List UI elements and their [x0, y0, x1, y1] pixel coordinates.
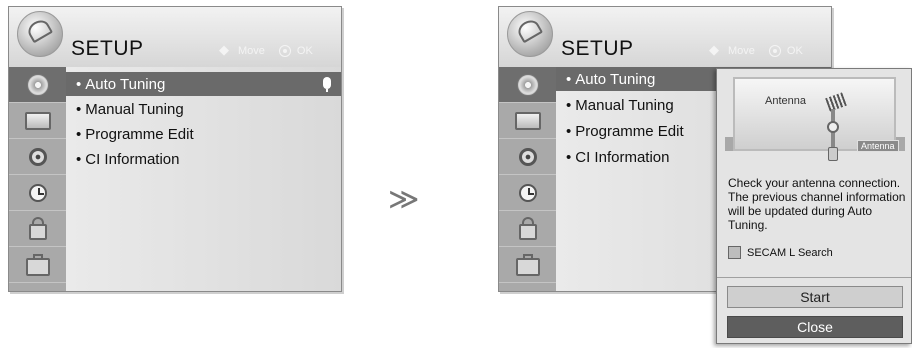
- briefcase-icon: [515, 253, 540, 276]
- antenna-label: Antenna: [765, 95, 806, 107]
- transition-arrow: ≫: [388, 183, 420, 216]
- setup-menu-left: SETUP Move OK • Auto Tuning • Manual Tun…: [8, 6, 342, 292]
- menu-item-label: CI Information: [85, 150, 180, 168]
- sidebar-item-audio[interactable]: [9, 139, 66, 175]
- sidebar-item-audio[interactable]: [499, 139, 556, 175]
- briefcase-icon: [25, 253, 50, 276]
- title-bar: SETUP Move OK: [9, 7, 341, 67]
- category-sidebar: [9, 67, 66, 291]
- auto-tuning-dialog: Antenna Antenna Check your antenna conne…: [716, 68, 912, 344]
- speaker-icon: [28, 147, 47, 166]
- mic-icon: [323, 77, 331, 92]
- checkbox-box[interactable]: [728, 246, 741, 259]
- menu-item-label: CI Information: [575, 148, 670, 166]
- sidebar-item-setup[interactable]: [499, 67, 556, 103]
- sidebar-item-picture[interactable]: [499, 103, 556, 139]
- key-hint: Move OK: [219, 42, 313, 58]
- menu-list: • Auto Tuning • Manual Tuning • Programm…: [66, 67, 341, 291]
- category-sidebar: [499, 67, 556, 291]
- move-arrows-icon: [709, 42, 722, 58]
- close-button[interactable]: Close: [727, 316, 903, 338]
- menu-item-auto-tuning[interactable]: • Auto Tuning: [66, 72, 341, 96]
- page-title: SETUP: [561, 37, 634, 60]
- antenna-icon: [825, 92, 847, 112]
- sidebar-item-option[interactable]: [499, 247, 556, 283]
- menu-item-label: Manual Tuning: [575, 96, 674, 114]
- move-arrows-icon: [219, 42, 232, 58]
- menu-item-programme-edit[interactable]: • Programme Edit: [66, 122, 341, 146]
- hint-move-label: Move: [728, 44, 755, 57]
- disc-icon: [516, 73, 539, 96]
- checkbox-label: SECAM L Search: [747, 246, 833, 259]
- clock-icon: [28, 183, 47, 202]
- menu-item-label: Programme Edit: [85, 125, 194, 143]
- key-hint: Move OK: [709, 42, 803, 58]
- antenna-port-label: Antenna: [857, 140, 899, 152]
- setup-satellite-icon: [17, 11, 63, 57]
- menu-item-label: Manual Tuning: [85, 100, 184, 118]
- hint-ok-label: OK: [296, 44, 313, 57]
- sidebar-item-option[interactable]: [9, 247, 66, 283]
- setup-satellite-icon: [507, 11, 553, 57]
- sidebar-item-time[interactable]: [9, 175, 66, 211]
- menu-item-label: Auto Tuning: [85, 75, 166, 93]
- hint-ok-label: OK: [786, 44, 803, 57]
- ok-button-icon: [768, 44, 781, 57]
- title-bar: SETUP Move OK: [499, 7, 831, 67]
- menu-item-label: Auto Tuning: [575, 70, 656, 88]
- ok-button-icon: [278, 44, 291, 57]
- tv-icon: [514, 111, 541, 130]
- sidebar-item-picture[interactable]: [9, 103, 66, 139]
- cable-connector-icon: [827, 109, 839, 161]
- sidebar-item-setup[interactable]: [9, 67, 66, 103]
- lock-icon: [518, 216, 537, 240]
- menu-item-label: Programme Edit: [575, 122, 684, 140]
- menu-item-manual-tuning[interactable]: • Manual Tuning: [66, 97, 341, 121]
- lock-icon: [28, 216, 47, 240]
- disc-icon: [26, 73, 49, 96]
- divider: [717, 277, 911, 278]
- sidebar-item-lock[interactable]: [9, 211, 66, 247]
- sidebar-item-lock[interactable]: [499, 211, 556, 247]
- menu-item-ci-information[interactable]: • CI Information: [66, 147, 341, 171]
- speaker-icon: [518, 147, 537, 166]
- start-button[interactable]: Start: [727, 286, 903, 308]
- sidebar-item-time[interactable]: [499, 175, 556, 211]
- dialog-message: Check your antenna connection. The previ…: [728, 176, 906, 232]
- tv-icon: [24, 111, 51, 130]
- clock-icon: [518, 183, 537, 202]
- page-title: SETUP: [71, 37, 144, 60]
- secam-l-search-checkbox[interactable]: SECAM L Search: [728, 246, 833, 259]
- hint-move-label: Move: [238, 44, 265, 57]
